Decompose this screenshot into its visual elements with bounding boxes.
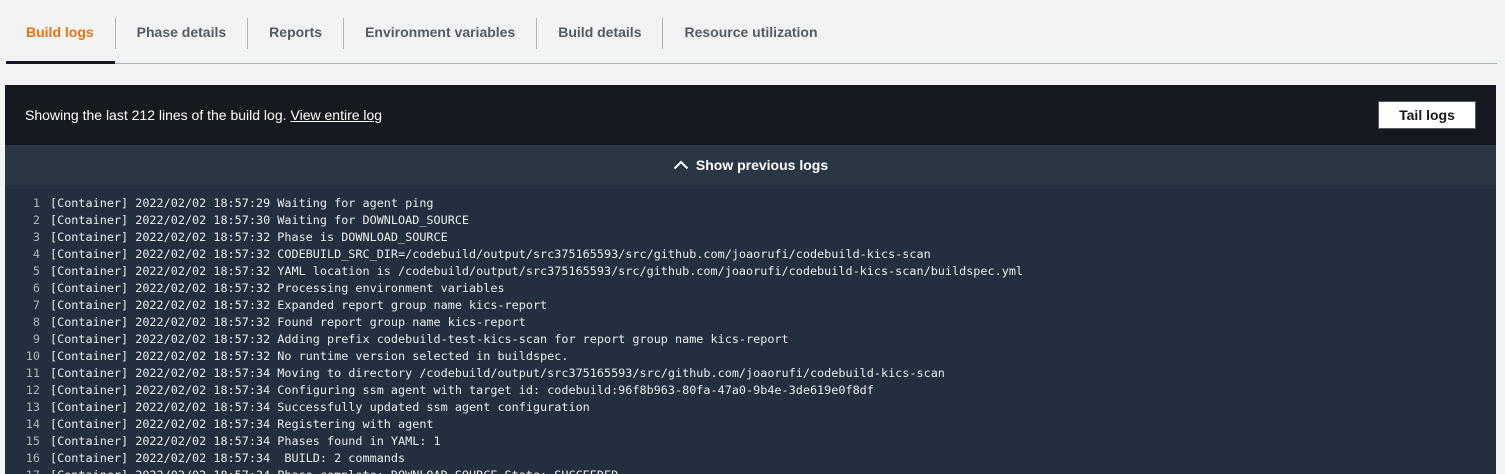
tab-environment-variables[interactable]: Environment variables [344,0,536,63]
log-line: 15 [Container] 2022/02/02 18:57:34 Phases… [5,433,1496,450]
log-line-text: [Container] 2022/02/02 18:57:34 BUILD: 2… [50,451,406,465]
log-line-text: [Container] 2022/02/02 18:57:32 Found re… [50,315,526,329]
view-entire-log-link[interactable]: View entire log [291,107,383,123]
build-log-panel: Showing the last 212 lines of the build … [5,85,1496,474]
log-line-number: 11 [25,366,40,380]
chevron-up-icon [673,160,689,170]
log-lines: 1 [Container] 2022/02/02 18:57:29 Waiting… [5,185,1496,474]
log-line-text: [Container] 2022/02/02 18:57:32 Processi… [50,281,505,295]
tab-bar: Build logs Phase details Reports Environ… [6,0,1497,64]
log-line-text: [Container] 2022/02/02 18:57:32 No runti… [50,349,569,363]
log-line: 1 [Container] 2022/02/02 18:57:29 Waiting… [5,195,1496,212]
show-previous-logs-button[interactable]: Show previous logs [5,145,1496,185]
log-line-text: [Container] 2022/02/02 18:57:32 CODEBUIL… [50,247,931,261]
log-line-number: 6 [32,281,40,295]
tab-build-details[interactable]: Build details [537,0,662,63]
log-line-number: 9 [32,332,40,346]
log-header-text: Showing the last 212 lines of the build … [25,107,382,123]
show-previous-logs-label: Show previous logs [695,157,829,173]
log-line-number: 10 [25,349,40,363]
log-line-text: [Container] 2022/02/02 18:57:32 YAML loc… [50,264,1024,278]
log-line-number: 16 [25,451,40,465]
log-line-number: 8 [32,315,40,329]
log-line-text: [Container] 2022/02/02 18:57:34 Moving t… [50,366,945,380]
log-line-number: 4 [32,247,40,261]
log-header: Showing the last 212 lines of the build … [5,85,1496,145]
log-line-number: 5 [32,264,40,278]
log-summary: Showing the last 212 lines of the build … [25,107,287,123]
log-line-text: [Container] 2022/02/02 18:57:34 Phase co… [50,467,618,474]
log-line: 13 [Container] 2022/02/02 18:57:34 Succes… [5,399,1496,416]
log-line: 4 [Container] 2022/02/02 18:57:32 CODEBUI… [5,246,1496,263]
log-line: 2 [Container] 2022/02/02 18:57:30 Waiting… [5,212,1496,229]
tail-logs-button[interactable]: Tail logs [1378,101,1476,129]
log-line-number: 13 [25,400,40,414]
log-line: 11 [Container] 2022/02/02 18:57:34 Moving… [5,365,1496,382]
log-line: 12 [Container] 2022/02/02 18:57:34 Config… [5,382,1496,399]
log-line-text: [Container] 2022/02/02 18:57:32 Phase is… [50,230,448,244]
log-line-text: [Container] 2022/02/02 18:57:30 Waiting … [50,213,470,227]
log-line-text: [Container] 2022/02/02 18:57:32 Expanded… [50,298,548,312]
log-line-number: 17 [5,467,50,474]
log-line-number: 1 [32,196,40,210]
log-line-number: 3 [32,230,40,244]
log-line-text: [Container] 2022/02/02 18:57:32 Adding p… [50,332,789,346]
tab-resource-utilization[interactable]: Resource utilization [663,0,838,63]
log-line-number: 7 [32,298,40,312]
log-line: 6 [Container] 2022/02/02 18:57:32 Process… [5,280,1496,297]
log-line-number: 12 [25,383,40,397]
tab-phase-details[interactable]: Phase details [116,0,248,63]
tab-reports[interactable]: Reports [248,0,343,63]
log-line-number: 14 [25,417,40,431]
log-line: 8 [Container] 2022/02/02 18:57:32 Found r… [5,314,1496,331]
log-line-number: 2 [32,213,40,227]
log-line: 3 [Container] 2022/02/02 18:57:32 Phase i… [5,229,1496,246]
log-line: 14 [Container] 2022/02/02 18:57:34 Regist… [5,416,1496,433]
log-line: 7 [Container] 2022/02/02 18:57:32 Expande… [5,297,1496,314]
log-line-text: [Container] 2022/02/02 18:57:29 Waiting … [50,196,434,210]
log-line: 16 [Container] 2022/02/02 18:57:34 BUILD:… [5,450,1496,467]
log-line-text: [Container] 2022/02/02 18:57:34 Successf… [50,400,590,414]
log-line-number: 15 [25,434,40,448]
log-line: 5 [Container] 2022/02/02 18:57:32 YAML lo… [5,263,1496,280]
log-line-text: [Container] 2022/02/02 18:57:34 Phases f… [50,434,441,448]
log-line: 10 [Container] 2022/02/02 18:57:32 No run… [5,348,1496,365]
log-line: 17[Container] 2022/02/02 18:57:34 Phase … [5,467,1496,474]
log-line: 9 [Container] 2022/02/02 18:57:32 Adding … [5,331,1496,348]
log-line-text: [Container] 2022/02/02 18:57:34 Configur… [50,383,874,397]
log-line-text: [Container] 2022/02/02 18:57:34 Register… [50,417,434,431]
tab-build-logs[interactable]: Build logs [6,0,115,64]
